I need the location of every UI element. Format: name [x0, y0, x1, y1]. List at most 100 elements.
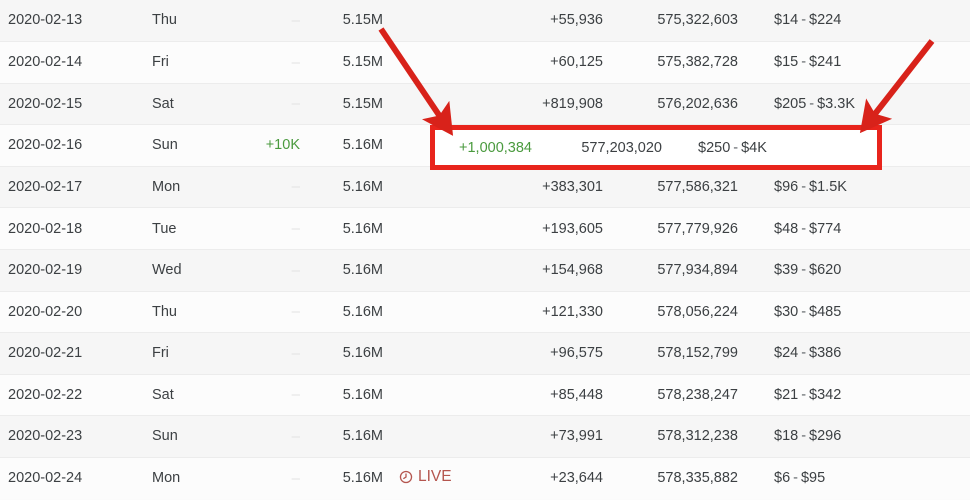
- earnings-high: $386: [809, 345, 842, 362]
- cell-total-views: 578,056,224: [608, 290, 742, 333]
- cell-subscribers: 5.16M: [305, 290, 385, 333]
- cell-subscribers: 5.16M: [305, 415, 385, 458]
- cell-date: 2020-02-17: [0, 165, 148, 208]
- cell-view-change: +23,644: [491, 457, 608, 500]
- cell-date: 2020-02-15: [0, 82, 148, 125]
- cell-date: 2020-02-18: [0, 207, 148, 250]
- earnings-high: $620: [809, 262, 842, 279]
- subscriber-change-value: –: [291, 386, 300, 404]
- cell-view-change: +121,330: [491, 290, 608, 333]
- subscriber-change-value: +10K: [265, 137, 300, 154]
- cell-date: 2020-02-23: [0, 415, 148, 458]
- channel-stats-table: 2020-02-13 Thu – 5.15M +55,936 575,322,6…: [0, 0, 970, 500]
- cell-day: Sun: [148, 124, 230, 167]
- table-row[interactable]: 2020-02-24 Mon – 5.16M LIVE +23,644 578,…: [0, 457, 970, 500]
- cell-estimated-earnings: $24- $386: [742, 332, 970, 375]
- live-badge[interactable]: LIVE: [399, 469, 452, 485]
- cell-view-change: +193,605: [491, 207, 608, 250]
- cell-total-views: 577,779,926: [608, 207, 742, 250]
- cell-total-views: 578,238,247: [608, 373, 742, 416]
- cell-day: Mon: [148, 165, 230, 208]
- table-row[interactable]: 2020-02-19 Wed – 5.16M +154,968 577,934,…: [0, 249, 970, 292]
- live-label: LIVE: [418, 468, 452, 486]
- earnings-separator: -: [801, 262, 807, 279]
- cell-live: [385, 373, 491, 416]
- table-row[interactable]: 2020-02-23 Sun – 5.16M +73,991 578,312,2…: [0, 415, 970, 458]
- table-row[interactable]: 2020-02-14 Fri – 5.15M +60,125 575,382,7…: [0, 41, 970, 84]
- earnings-separator: -: [801, 220, 807, 237]
- subscriber-change-value: –: [291, 261, 300, 279]
- earnings-separator: -: [793, 470, 798, 487]
- cell-subscribers: 5.15M: [305, 41, 385, 84]
- table-row-highlighted[interactable]: 2020-02-16 Sun +10K 5.16M +1,000,384 577…: [0, 124, 970, 167]
- cell-estimated-earnings: $18- $296: [742, 415, 970, 458]
- table-row[interactable]: 2020-02-21 Fri – 5.16M +96,575 578,152,7…: [0, 332, 970, 375]
- earnings-low: $205: [774, 95, 807, 112]
- cell-day: Wed: [148, 249, 230, 292]
- table-row[interactable]: 2020-02-18 Tue – 5.16M +193,605 577,779,…: [0, 207, 970, 250]
- cell-total-views: 577,586,321: [608, 165, 742, 208]
- earnings-high: $342: [809, 386, 842, 403]
- cell-total-views: 576,202,636: [608, 82, 742, 125]
- table-row[interactable]: 2020-02-20 Thu – 5.16M +121,330 578,056,…: [0, 290, 970, 333]
- cell-live: [385, 415, 491, 458]
- cell-estimated-earnings: $48- $774: [742, 207, 970, 250]
- cell-subscriber-change: –: [230, 249, 305, 292]
- table-row[interactable]: 2020-02-15 Sat – 5.15M +819,908 576,202,…: [0, 82, 970, 125]
- earnings-low: $48: [774, 220, 799, 237]
- cell-view-change: +73,991: [491, 415, 608, 458]
- cell-date: 2020-02-21: [0, 332, 148, 375]
- earnings-low: $30: [774, 303, 799, 320]
- cell-view-change: +60,125: [491, 41, 608, 84]
- cell-day: Sat: [148, 373, 230, 416]
- cell-live: [385, 332, 491, 375]
- cell-subscriber-change: –: [230, 82, 305, 125]
- earnings-separator: -: [801, 54, 807, 71]
- table-body: 2020-02-13 Thu – 5.15M +55,936 575,322,6…: [0, 0, 970, 500]
- earnings-separator: -: [801, 303, 807, 320]
- cell-estimated-earnings: $205- $3.3K: [742, 82, 970, 125]
- earnings-separator: -: [801, 428, 807, 445]
- earnings-separator: -: [809, 137, 815, 154]
- cell-date: 2020-02-20: [0, 290, 148, 333]
- earnings-high: $3.3K: [817, 95, 856, 112]
- cell-day: Tue: [148, 207, 230, 250]
- cell-live: [385, 82, 491, 125]
- earnings-low: $39: [774, 262, 799, 279]
- earnings-high: $241: [809, 54, 842, 71]
- subscriber-change-value: –: [291, 469, 300, 487]
- cell-subscriber-change: –: [230, 332, 305, 375]
- cell-estimated-earnings: $96- $1.5K: [742, 165, 970, 208]
- cell-view-change: +383,301: [491, 165, 608, 208]
- cell-view-change: +85,448: [491, 373, 608, 416]
- cell-subscribers: 5.16M: [305, 457, 385, 500]
- cell-subscribers: 5.16M: [305, 165, 385, 208]
- cell-estimated-earnings: $39- $620: [742, 249, 970, 292]
- subscriber-change-value: –: [291, 95, 300, 113]
- earnings-low: $21: [774, 386, 799, 403]
- earnings-low: $24: [774, 345, 799, 362]
- cell-subscribers: 5.15M: [305, 82, 385, 125]
- earnings-high: $296: [809, 428, 842, 445]
- cell-view-change: +819,908: [491, 82, 608, 125]
- cell-total-views: 577,203,020: [608, 124, 742, 167]
- cell-day: Mon: [148, 457, 230, 500]
- subscriber-change-value: –: [291, 11, 300, 29]
- cell-subscriber-change: –: [230, 373, 305, 416]
- cell-subscribers: 5.16M: [305, 124, 385, 167]
- cell-subscribers: 5.16M: [305, 373, 385, 416]
- table-row[interactable]: 2020-02-13 Thu – 5.15M +55,936 575,322,6…: [0, 0, 970, 42]
- cell-estimated-earnings: $250- $4K: [742, 124, 970, 167]
- cell-subscriber-change: –: [230, 165, 305, 208]
- earnings-low: $250: [774, 137, 807, 154]
- cell-total-views: 575,322,603: [657, 12, 738, 29]
- subscriber-change-value: –: [291, 427, 300, 445]
- cell-subscriber-change: –: [230, 0, 305, 42]
- earnings-low: $6: [774, 470, 791, 487]
- cell-subscriber-change: –: [230, 457, 305, 500]
- table-row[interactable]: 2020-02-22 Sat – 5.16M +85,448 578,238,2…: [0, 373, 970, 416]
- cell-live[interactable]: LIVE: [385, 457, 491, 500]
- table-row[interactable]: 2020-02-17 Mon – 5.16M +383,301 577,586,…: [0, 165, 970, 208]
- earnings-separator: -: [801, 12, 807, 29]
- cell-day: Sat: [148, 82, 230, 125]
